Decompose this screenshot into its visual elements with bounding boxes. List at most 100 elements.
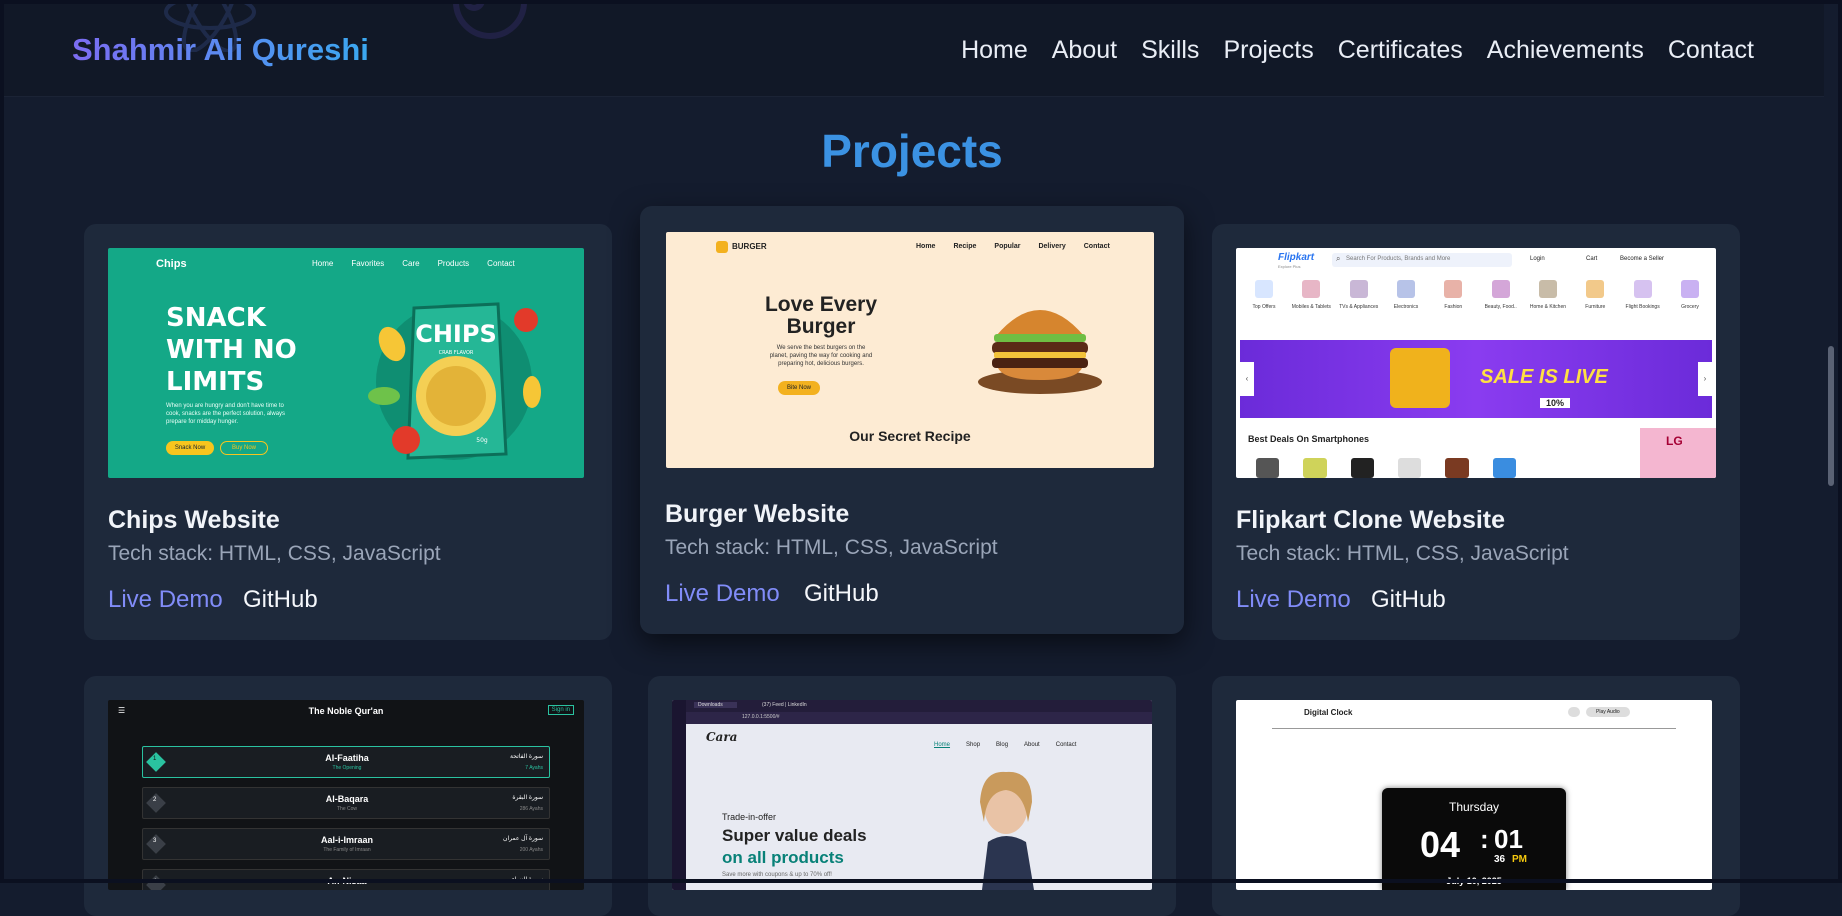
category-label: Grocery bbox=[1681, 304, 1699, 310]
category-item: Home & Kitchen bbox=[1526, 280, 1570, 310]
nav-certificates[interactable]: Certificates bbox=[1338, 36, 1463, 65]
thumb-headline-line: Burger bbox=[786, 315, 856, 338]
thumb-nav: Home Favorites Care Products Contact bbox=[312, 259, 515, 268]
project-tech-stack: Tech stack: HTML, CSS, JavaScript bbox=[108, 542, 441, 565]
clock-date: July 10, 2025 bbox=[1446, 876, 1502, 886]
project-title: Flipkart Clone Website bbox=[1236, 506, 1506, 534]
thumb-headline-line: Love Every bbox=[764, 293, 878, 316]
thumb-headline: Super value deals bbox=[722, 826, 867, 845]
surah-arabic: سورة البقرة bbox=[512, 795, 543, 801]
live-demo-link[interactable]: Live Demo bbox=[108, 586, 223, 614]
chips-bag-icon: CHIPS CRAB FLAVOR 50g bbox=[368, 302, 541, 460]
category-item: Flight Bookings bbox=[1621, 280, 1665, 310]
model-photo-icon bbox=[980, 771, 1034, 890]
category-icon bbox=[1302, 280, 1321, 298]
play-audio-button: Play Audio bbox=[1586, 707, 1630, 717]
surah-arabic: سورة النساء bbox=[511, 877, 543, 883]
surah-name: Al-Faatiha bbox=[325, 753, 369, 763]
github-link[interactable]: GitHub bbox=[804, 580, 879, 608]
nav-achievements[interactable]: Achievements bbox=[1487, 36, 1644, 65]
brand-name[interactable]: Shahmir Ali Qureshi bbox=[72, 32, 369, 68]
thumb-header: The Noble Qur'an bbox=[308, 706, 384, 716]
surah-ayahs: 7 Ayahs bbox=[525, 765, 543, 771]
chips-bag-sub: CRAB FLAVOR bbox=[439, 350, 474, 356]
thumb-nav-item: Popular bbox=[994, 243, 1021, 250]
phone-thumb bbox=[1397, 458, 1422, 478]
thumb-body: When you are hungry and don't have time … bbox=[166, 402, 285, 426]
thumb-nav-item: Contact bbox=[1083, 243, 1110, 250]
thumb-small: Save more with coupons & up to 70% off! bbox=[722, 872, 832, 878]
category-label: Flight Bookings bbox=[1625, 304, 1660, 310]
thumb-deals-title: Best Deals On Smartphones bbox=[1248, 434, 1370, 444]
live-demo-link[interactable]: Live Demo bbox=[665, 580, 780, 608]
browser-tabbar: Downloads (37) Feed | LinkedIn bbox=[686, 700, 1152, 712]
project-card-clock: Digital Clock Play Audio Thursday 04 : 0… bbox=[1212, 676, 1740, 916]
project-thumbnail[interactable]: Digital Clock Play Audio Thursday 04 : 0… bbox=[1236, 700, 1712, 890]
thumb-nav-item: Shop bbox=[966, 742, 981, 748]
category-icon bbox=[1349, 280, 1368, 298]
thumb-banner: ‹ › SALE IS LIVE 10% bbox=[1240, 340, 1712, 418]
surah-name: Al-Baqara bbox=[325, 794, 369, 804]
project-card-flipkart: Flipkart Explore Plus ⌕ Search For Produ… bbox=[1212, 224, 1740, 640]
nav-about[interactable]: About bbox=[1052, 36, 1117, 65]
clock-separator: : bbox=[1480, 824, 1489, 854]
clock-minutes: 01 bbox=[1494, 824, 1523, 854]
surah-row: 4 An-Nisaa سورة النساء bbox=[142, 869, 550, 890]
thumb-nav-item: Contact bbox=[1055, 742, 1077, 748]
banner-percent: 10% bbox=[1540, 398, 1571, 408]
category-label: Mobiles & Tablets bbox=[1291, 304, 1331, 310]
project-card-burger: BURGER Home Recipe Popular Delivery Cont… bbox=[640, 206, 1184, 634]
category-item: Electronics bbox=[1384, 280, 1428, 310]
banner-prev-button: ‹ bbox=[1240, 362, 1254, 396]
lg-logo: LG bbox=[1666, 434, 1683, 448]
live-demo-link[interactable]: Live Demo bbox=[1236, 586, 1351, 614]
thumb-nav-item: Home bbox=[312, 259, 334, 268]
surah-list: 1 Al-Faatiha The Opening سورة الفاتحة 7 … bbox=[142, 746, 550, 890]
lg-ad: LG bbox=[1640, 428, 1716, 478]
category-icon bbox=[1633, 280, 1652, 298]
search-icon: ⌕ bbox=[1336, 254, 1341, 263]
burger-icon bbox=[978, 310, 1102, 394]
surah-arabic: سورة آل عمران bbox=[503, 836, 543, 842]
thumb-nav-item: Care bbox=[402, 259, 420, 268]
thumb-headline-line: WITH NO bbox=[166, 335, 297, 365]
nav-home[interactable]: Home bbox=[961, 36, 1028, 65]
phone-thumb bbox=[1256, 458, 1280, 478]
github-link[interactable]: GitHub bbox=[243, 586, 318, 614]
thumb-nav-item: Products bbox=[437, 259, 470, 268]
project-tech-stack: Tech stack: HTML, CSS, JavaScript bbox=[1236, 542, 1569, 565]
thumb-nav-item: Home bbox=[916, 243, 936, 250]
browser-tab: (37) Feed | LinkedIn bbox=[762, 702, 807, 708]
nav-contact[interactable]: Contact bbox=[1668, 36, 1754, 65]
category-label: Beauty, Food.. bbox=[1484, 304, 1517, 310]
category-item: Grocery bbox=[1668, 280, 1712, 310]
nav-projects[interactable]: Projects bbox=[1223, 36, 1313, 65]
project-thumbnail[interactable]: ☰ The Noble Qur'an Sign in 1 Al-Faatiha … bbox=[108, 700, 584, 890]
nav-skills[interactable]: Skills bbox=[1141, 36, 1199, 65]
clock-panel: Thursday 04 : 01 36 PM July 10, 2025 bbox=[1382, 788, 1566, 890]
thumb-btn-snack: Snack Now bbox=[166, 441, 214, 455]
project-thumbnail[interactable]: Chips Home Favorites Care Products Conta… bbox=[108, 248, 584, 478]
category-icon bbox=[1538, 280, 1557, 298]
category-label: Top Offers bbox=[1252, 304, 1276, 310]
thumb-nav-item: Favorites bbox=[351, 259, 385, 268]
project-thumbnail[interactable]: Flipkart Explore Plus ⌕ Search For Produ… bbox=[1236, 248, 1716, 478]
surah-arabic: سورة الفاتحة bbox=[510, 754, 543, 760]
github-link[interactable]: GitHub bbox=[1371, 586, 1446, 614]
category-icon bbox=[1491, 280, 1510, 298]
thumb-logo: BURGER bbox=[732, 242, 767, 251]
thumb-headline-2: on all products bbox=[722, 848, 844, 867]
thumb-logo: Chips bbox=[156, 258, 187, 270]
header-divider bbox=[1272, 728, 1676, 729]
project-thumbnail[interactable]: Downloads (37) Feed | LinkedIn 127.0.0.1… bbox=[672, 700, 1152, 890]
project-tech-stack: Tech stack: HTML, CSS, JavaScript bbox=[665, 536, 998, 559]
chips-bag-label: CHIPS bbox=[415, 320, 497, 348]
page-scrollbar-thumb[interactable] bbox=[1828, 346, 1834, 486]
main-nav: Home About Skills Projects Certificates … bbox=[961, 36, 1754, 65]
thumb-btn-bite: Bite Now bbox=[778, 381, 820, 395]
project-thumbnail[interactable]: BURGER Home Recipe Popular Delivery Cont… bbox=[666, 232, 1154, 468]
clock-day: Thursday bbox=[1448, 800, 1500, 814]
phone-thumb bbox=[1492, 458, 1516, 478]
phone-thumb bbox=[1445, 458, 1469, 478]
thumb-body-line: When you are hungry and don't have time … bbox=[166, 403, 284, 409]
